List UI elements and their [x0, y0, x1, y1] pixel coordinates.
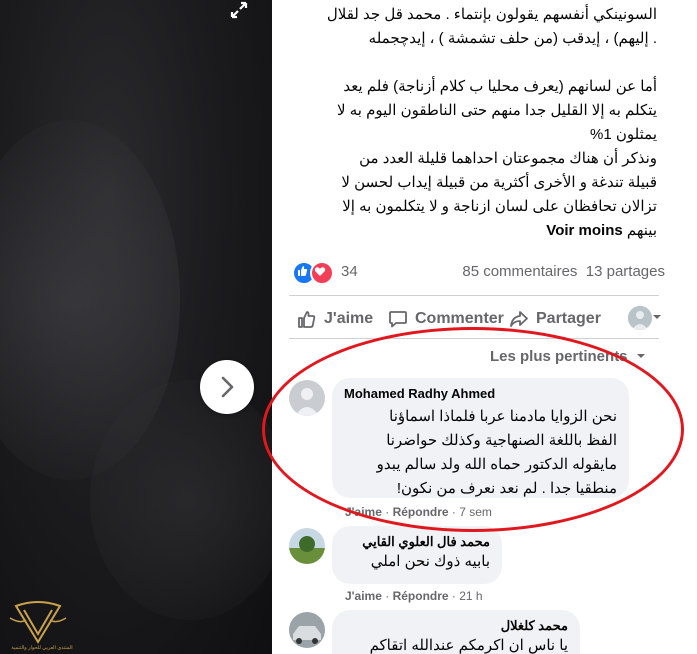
share-icon — [510, 311, 528, 327]
avatar[interactable] — [289, 528, 325, 564]
comment-text: نحن الزوايا مادمنا عربا فلماذا اسماؤنا ا… — [344, 405, 617, 501]
comment-line: يا ناس ان اكرمكم عندالله اتقاكم — [369, 637, 568, 654]
comment-text: يا ناس ان اكرمكم عندالله اتقاكم — [344, 634, 568, 654]
comment-bubble: محمد كلغلال يا ناس ان اكرمكم عندالله اتق… — [332, 610, 580, 654]
comment-like-link[interactable]: J'aime — [345, 589, 382, 603]
see-less-link[interactable]: Voir moins — [546, 222, 622, 239]
shares-count[interactable]: 13 partages — [586, 263, 665, 280]
like-label: J'aime — [324, 310, 374, 327]
comment-author[interactable]: Mohamed Radhy Ahmed — [344, 386, 617, 401]
post-line: قبيلة تندغة و الأخرى أكثرية من قبيلة إيد… — [341, 174, 657, 191]
comment-line: نحن الزوايا مادمنا عربا فلماذا اسماؤنا — [389, 408, 617, 425]
reaction-icons[interactable] — [292, 261, 334, 285]
comment-line: منطقيا جدا . لم نعد نعرف من نكون! — [396, 480, 617, 497]
comment-reply-link[interactable]: Répondre — [393, 589, 449, 603]
post-line — [287, 51, 657, 75]
comment-bubble: محمد فال العلوي القايي بابيه ذوك نحن امل… — [332, 526, 502, 584]
photo-viewer: المنتدى العربي للحوار والتنمية — [0, 0, 272, 654]
comment-time[interactable]: 21 h — [459, 589, 482, 603]
comment-time[interactable]: 7 sem — [459, 505, 492, 519]
avatar[interactable] — [289, 380, 325, 416]
comment-reply-link[interactable]: Répondre — [393, 505, 449, 519]
comment-author[interactable]: محمد فال العلوي القايي — [344, 534, 490, 550]
comment-meta: J'aime · Répondre · 7 sem — [345, 505, 492, 519]
comment-like-link[interactable]: J'aime — [345, 505, 382, 519]
share-button[interactable]: Partager — [508, 308, 601, 330]
comment-text: بابيه ذوك نحن املي — [344, 550, 490, 574]
thumb-up-icon — [298, 311, 316, 328]
chevron-right-icon — [221, 376, 234, 398]
comment-author[interactable]: محمد كلغلال — [344, 618, 568, 634]
caret-down-icon — [653, 315, 661, 319]
reactions-bar: 34 85 commentaires 13 partages — [292, 260, 665, 285]
expand-icon[interactable] — [224, 0, 254, 22]
comment-line: بابيه ذوك نحن املي — [370, 553, 490, 570]
comment-label: Commenter — [415, 310, 504, 327]
caret-down-icon — [636, 354, 645, 358]
post-actions: J'aime Commenter Partager — [289, 304, 664, 334]
comment-line: مايقوله الدكتور حماه الله ولد سالم يبدو — [376, 456, 617, 473]
comment-meta: J'aime · Répondre · 21 h — [345, 589, 483, 603]
comment-bubble: Mohamed Radhy Ahmed نحن الزوايا مادمنا ع… — [332, 378, 629, 498]
share-label: Partager — [536, 310, 601, 327]
post-line: السونينكي أنفسهم يقولون بإنتماء . محمد ق… — [326, 6, 657, 23]
divider — [289, 338, 659, 339]
love-reaction-icon — [310, 261, 334, 285]
post-line: تزالان تحافظان على لسان ازناجة و لا يتكل… — [342, 198, 657, 215]
comment-icon — [389, 311, 407, 328]
like-button[interactable]: J'aime — [296, 308, 373, 330]
post-line-last: بينهم Voir moins — [287, 219, 657, 243]
profile-avatar[interactable] — [628, 306, 652, 330]
post-body: السونينكي أنفسهم يقولون بإنتماء . محمد ق… — [287, 3, 657, 243]
sort-label: Les plus pertinents — [490, 348, 628, 365]
comment-sort-dropdown[interactable]: Les plus pertinents — [490, 348, 646, 365]
audience-selector[interactable] — [652, 312, 662, 322]
comment-line: الفظ باللغة الصنهاجية وكذلك حواضرنا — [386, 432, 617, 449]
post-line: ونذكر أن هناك مجموعتان احداهما قليلة الع… — [359, 150, 657, 167]
divider — [289, 295, 659, 296]
post-line: يتكلم به إلا القليل جدا منهم حتى الناطقو… — [337, 102, 657, 119]
next-photo-button[interactable] — [200, 360, 254, 414]
logo-caption: المنتدى العربي للحوار والتنمية — [11, 645, 73, 651]
post-last-words: بينهم — [626, 222, 657, 239]
post-panel: السونينكي أنفسهم يقولون بإنتماء . محمد ق… — [272, 0, 697, 654]
avatar[interactable] — [289, 612, 325, 648]
post-line: أما عن لسانهم (يعرف محليا ب كلام أزناجة)… — [343, 78, 657, 95]
engagement-counts: 85 commentaires 13 partages — [462, 263, 665, 280]
reaction-count[interactable]: 34 — [341, 263, 358, 280]
watermark-logo: المنتدى العربي للحوار والتنمية — [6, 598, 73, 654]
post-line: يمثلون 1% — [590, 126, 657, 143]
comment-button[interactable]: Commenter — [387, 308, 504, 330]
comments-count[interactable]: 85 commentaires — [462, 263, 577, 280]
post-line: . إليهم) ، إيدقب (من حلف تشمشة ) ، إيدچج… — [368, 30, 657, 47]
